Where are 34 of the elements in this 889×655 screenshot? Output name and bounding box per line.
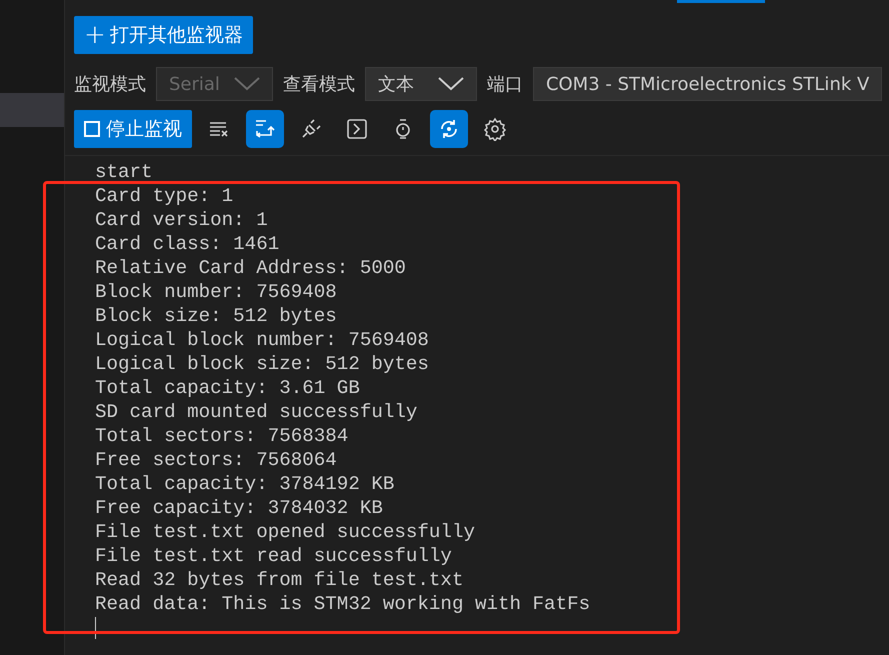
stop-monitor-button[interactable]: 停止监视 bbox=[74, 110, 192, 148]
output-line: Read data: This is STM32 working with FatFs bbox=[95, 592, 592, 616]
output-line: Card class: 1461 bbox=[95, 232, 280, 256]
field-label: 监视模式 bbox=[74, 73, 146, 96]
dropdown[interactable]: 文本 bbox=[364, 67, 477, 101]
output-line: Read 32 bytes from file test.txt bbox=[95, 568, 464, 592]
output-line: Total capacity: 3.61 GB bbox=[95, 376, 361, 400]
output-line: Card version: 1 bbox=[95, 208, 269, 232]
output-line: Card type: 1 bbox=[95, 184, 234, 208]
dropdown[interactable]: COM3 - STMicroelectronics STLink V bbox=[532, 67, 882, 101]
output-line: Block number: 7569408 bbox=[95, 280, 338, 304]
output-line: Free capacity: 3784032 KB bbox=[95, 496, 384, 520]
chevron-icon bbox=[234, 77, 260, 91]
output-line: start bbox=[95, 160, 154, 184]
field-label: 查看模式 bbox=[282, 73, 355, 96]
open-monitor-button[interactable]: +打开其他监视器 bbox=[74, 16, 253, 54]
field-label: 端口 bbox=[486, 73, 523, 96]
output-line: Logical block size: 512 bytes bbox=[95, 352, 430, 376]
output-line: Total sectors: 7568384 bbox=[95, 424, 350, 448]
output-line: Free sectors: 7568064 bbox=[95, 448, 338, 472]
output-line: File test.txt opened successfully bbox=[95, 520, 476, 544]
output-line: Relative Card Address: 5000 bbox=[95, 256, 407, 280]
sync-button[interactable] bbox=[430, 110, 468, 148]
chevron-icon bbox=[438, 77, 464, 91]
terminal-icon bbox=[345, 117, 369, 141]
output-line: Logical block number: 7569408 bbox=[95, 328, 430, 352]
wrap-arrows-button[interactable] bbox=[246, 110, 284, 148]
plus-icon: + bbox=[84, 22, 106, 48]
settings-icon bbox=[483, 117, 507, 141]
output-line: Block size: 512 bytes bbox=[95, 304, 338, 328]
output-line: Total capacity: 3784192 KB bbox=[95, 472, 396, 496]
square-icon bbox=[84, 121, 100, 137]
output-line: File test.txt read successfully bbox=[95, 544, 453, 568]
output-line: SD card mounted successfully bbox=[95, 400, 418, 424]
